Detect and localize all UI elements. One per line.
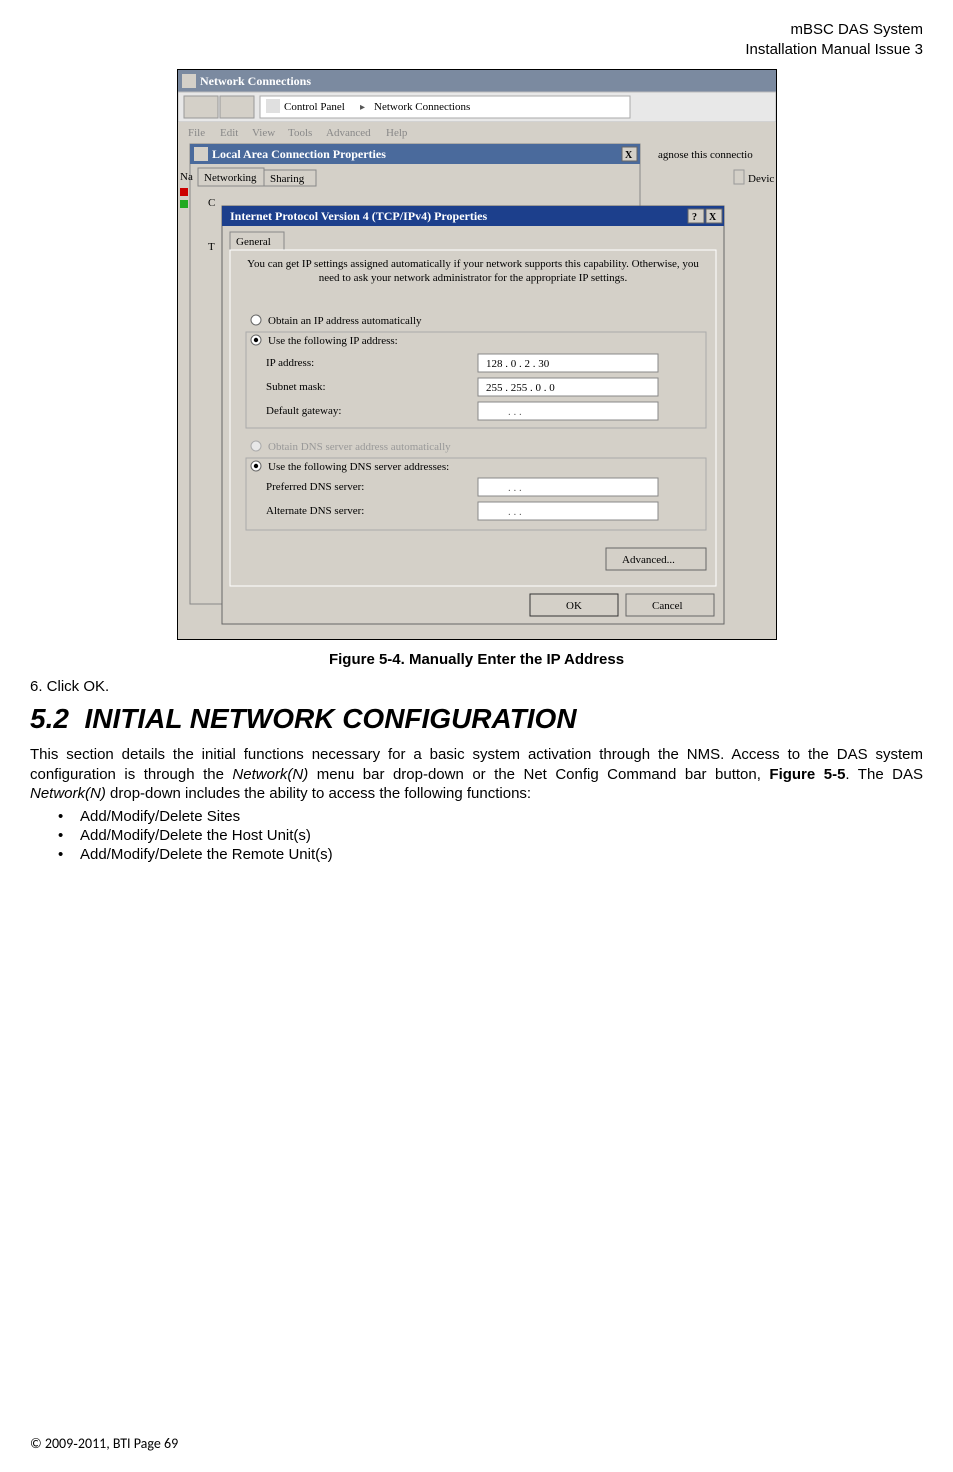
alt-dns-label: Alternate DNS server:	[266, 505, 364, 517]
bullet-remote-unit: Add/Modify/Delete the Remote Unit(s)	[58, 846, 923, 863]
network-n-2: Network(N)	[30, 785, 106, 802]
section-heading: 5.2 INITIAL NETWORK CONFIGURATION	[30, 703, 923, 735]
svg-text:Obtain DNS server address auto: Obtain DNS server address automatically	[268, 441, 451, 453]
lac-c: C	[208, 197, 215, 209]
step-6: 6. Click OK.	[30, 678, 923, 695]
menu-view[interactable]: View	[252, 127, 275, 139]
body-paragraph: This section details the initial functio…	[30, 745, 923, 804]
svg-text:X: X	[709, 212, 717, 223]
devic-text: Devic	[748, 173, 774, 185]
figure-ref-5-5: Figure 5-5	[769, 766, 845, 783]
dropdown-arrow-icon[interactable]	[734, 170, 744, 184]
lac-title: Local Area Connection Properties	[212, 147, 386, 161]
breadcrumb-current[interactable]: Network Connections	[374, 101, 470, 113]
figure-caption: Figure 5-4. Manually Enter the IP Addres…	[30, 651, 923, 668]
subnet-label: Subnet mask:	[266, 381, 326, 393]
svg-text:?: ?	[692, 212, 697, 223]
tcp-title: Internet Protocol Version 4 (TCP/IPv4) P…	[230, 209, 488, 223]
svg-text:OK: OK	[566, 600, 582, 612]
radio-obtain-ip[interactable]	[251, 315, 261, 325]
breadcrumb-sep: ▸	[360, 102, 365, 113]
menu-file[interactable]: File	[188, 127, 205, 139]
pref-dns-input[interactable]	[478, 478, 658, 496]
page-footer: © 2009‐2011, BTI Page 69	[30, 1435, 178, 1452]
screenshot-svg: Network Connections Control Panel ▸ Netw…	[177, 69, 777, 640]
control-panel-icon	[266, 99, 280, 113]
bullet-host-unit: Add/Modify/Delete the Host Unit(s)	[58, 827, 923, 844]
svg-text:Cancel: Cancel	[652, 600, 683, 612]
svg-text:Sharing: Sharing	[270, 173, 305, 185]
svg-text:Use the following DNS server a: Use the following DNS server addresses:	[268, 461, 449, 473]
svg-text:. . .: . . .	[508, 482, 522, 494]
window-title: Network Connections	[200, 74, 311, 88]
svg-text:X: X	[625, 150, 633, 161]
section-title: INITIAL NETWORK CONFIGURATION	[85, 703, 577, 734]
forward-button[interactable]	[220, 96, 254, 118]
svg-text:255 . 255 . 0 . 0: 255 . 255 . 0 . 0	[486, 382, 555, 394]
breadcrumb-control-panel[interactable]: Control Panel	[284, 101, 345, 113]
alt-dns-input[interactable]	[478, 502, 658, 520]
radio-obtain-dns	[251, 441, 261, 451]
svg-text:. . .: . . .	[508, 406, 522, 418]
na-label: Na	[180, 171, 193, 183]
tcp-desc: You can get IP settings assigned automat…	[238, 258, 708, 286]
bullet-sites: Add/Modify/Delete Sites	[58, 808, 923, 825]
menu-help[interactable]: Help	[386, 127, 408, 139]
lac-t: T	[208, 241, 215, 253]
header-line1: mBSC DAS System	[30, 20, 923, 40]
svg-text:Use the following IP address:: Use the following IP address:	[268, 335, 398, 347]
page-header: mBSC DAS System Installation Manual Issu…	[30, 20, 923, 59]
signal-icon	[180, 200, 188, 208]
section-number: 5.2	[30, 703, 69, 734]
svg-text:Obtain an IP address automatic: Obtain an IP address automatically	[268, 315, 422, 327]
network-n-1: Network(N)	[232, 766, 308, 783]
network-connections-icon	[182, 74, 196, 88]
figure-5-4: Network Connections Control Panel ▸ Netw…	[30, 69, 923, 643]
ip-label: IP address:	[266, 357, 314, 369]
svg-text:Advanced...: Advanced...	[622, 554, 675, 566]
svg-text:128 . 0 . 2 . 30: 128 . 0 . 2 . 30	[486, 358, 550, 370]
gateway-input[interactable]	[478, 402, 658, 420]
header-line2: Installation Manual Issue 3	[30, 40, 923, 60]
menu-edit[interactable]: Edit	[220, 127, 238, 139]
svg-text:General: General	[236, 236, 271, 248]
pref-dns-label: Preferred DNS server:	[266, 481, 364, 493]
gateway-label: Default gateway:	[266, 405, 341, 417]
menu-tools[interactable]: Tools	[288, 127, 312, 139]
lac-icon	[194, 147, 208, 161]
x-badge-icon	[180, 188, 188, 196]
diagnose-link[interactable]: agnose this connectio	[658, 149, 753, 161]
svg-text:. . .: . . .	[508, 506, 522, 518]
menu-advanced[interactable]: Advanced	[326, 127, 371, 139]
svg-text:Networking: Networking	[204, 172, 257, 184]
function-bullets: Add/Modify/Delete Sites Add/Modify/Delet…	[58, 808, 923, 863]
back-button[interactable]	[184, 96, 218, 118]
